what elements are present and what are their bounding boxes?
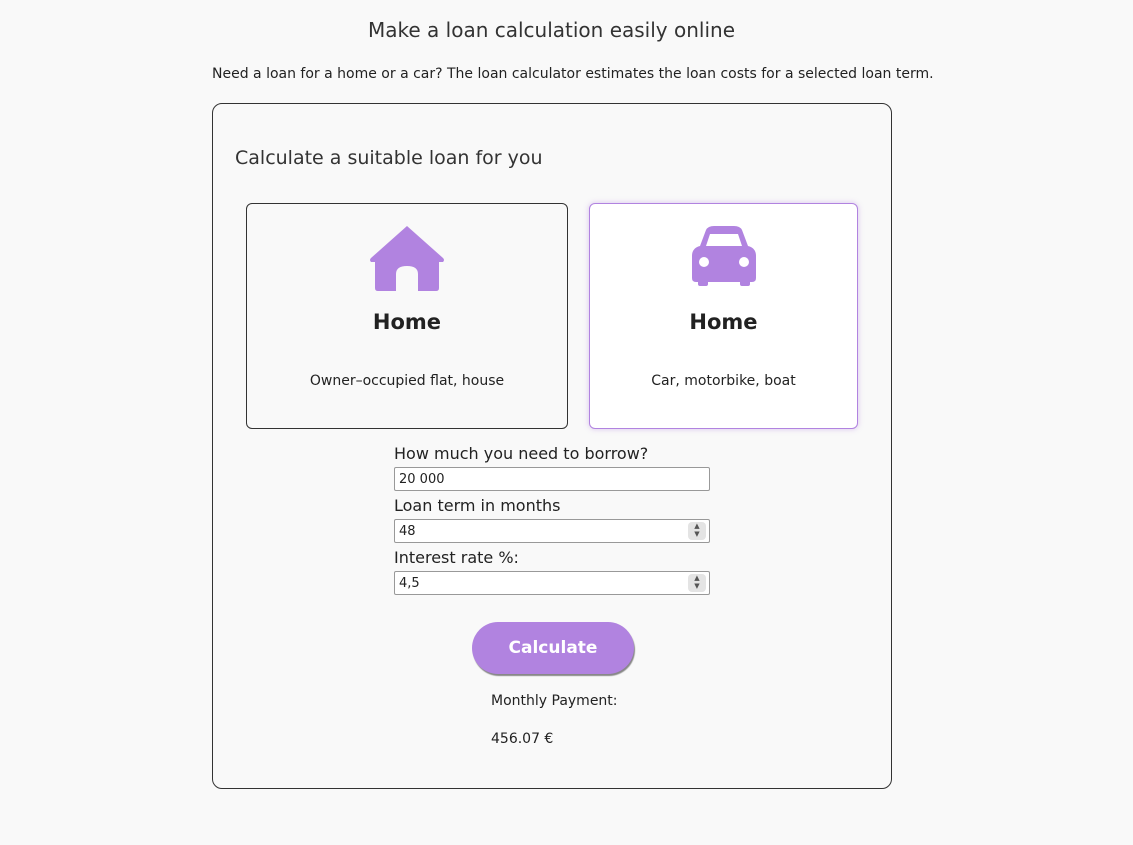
house-icon	[370, 226, 444, 291]
rate-stepper[interactable]: ▲ ▼	[688, 574, 706, 592]
rate-input[interactable]	[394, 571, 710, 595]
monthly-payment-value: 456.07 €	[491, 731, 554, 747]
term-field: ▲▼	[394, 519, 710, 543]
amount-label: How much you need to borrow?	[394, 444, 649, 463]
term-input[interactable]	[394, 519, 710, 543]
term-label: Loan term in months	[394, 496, 561, 515]
amount-input[interactable]	[394, 467, 710, 491]
rate-label: Interest rate %:	[394, 548, 519, 567]
term-stepper[interactable]: ▲ ▼	[688, 522, 706, 540]
option-title: Home	[689, 310, 758, 334]
monthly-payment-label: Monthly Payment:	[491, 693, 618, 709]
intro-text: Need a loan for a home or a car? The loa…	[212, 66, 934, 82]
rate-field: ▲▼	[394, 571, 710, 595]
calculate-button[interactable]: Calculate	[472, 622, 634, 674]
loan-type-vehicle-option[interactable]: Home Car, motorbike, boat	[589, 203, 858, 429]
option-title: Home	[372, 310, 442, 334]
car-icon	[691, 226, 756, 286]
option-description: Owner–occupied flat, house	[309, 373, 505, 389]
option-description: Car, motorbike, boat	[651, 373, 796, 389]
page-title: Make a loan calculation easily online	[368, 18, 735, 42]
loan-type-home-option[interactable]: Home Owner–occupied flat, house	[246, 203, 568, 429]
card-heading: Calculate a suitable loan for you	[235, 147, 543, 169]
loan-calculator-card: Calculate a suitable loan for you Home O…	[212, 103, 892, 789]
